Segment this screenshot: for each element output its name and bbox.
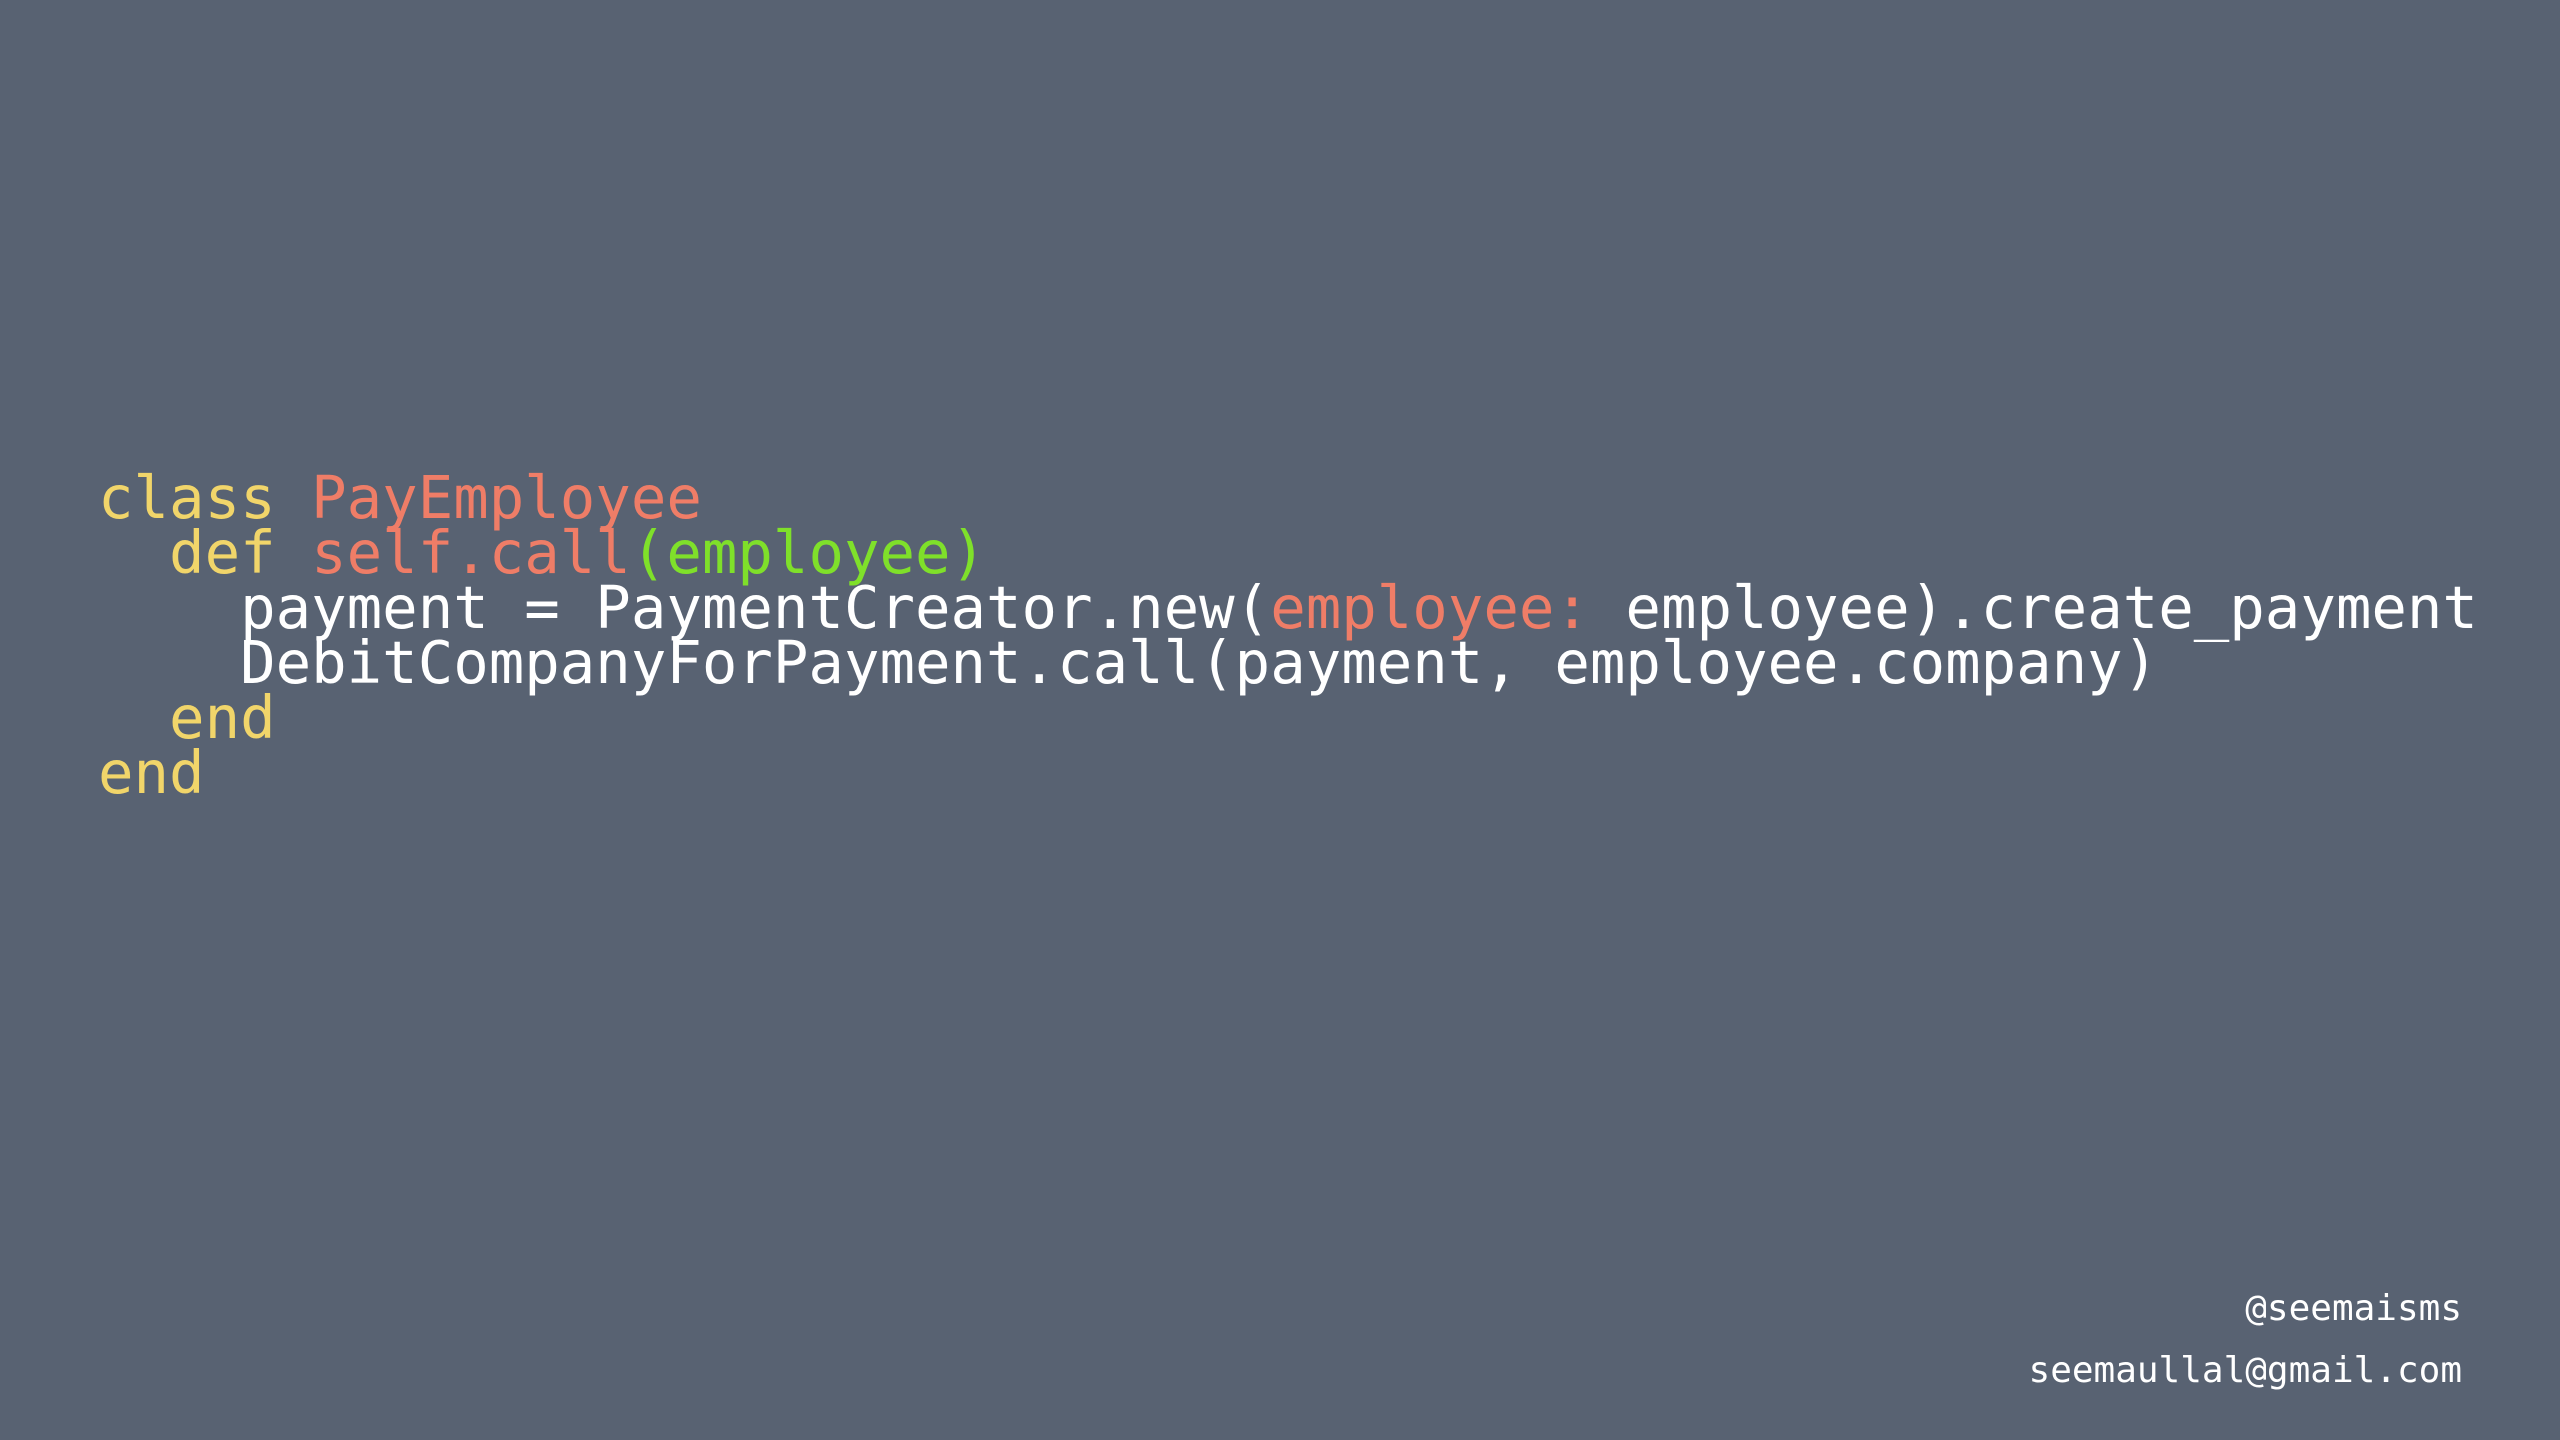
code-token: end [98, 738, 205, 807]
twitter-handle: @seemaisms [2245, 1288, 2462, 1329]
slide: class PayEmployee def self.call(employee… [0, 0, 2560, 1440]
code-token: DebitCompanyForPayment.call(payment, emp… [98, 628, 2159, 697]
code-block: class PayEmployee def self.call(employee… [98, 468, 2478, 802]
email-address: seemaullal@gmail.com [2028, 1350, 2462, 1391]
code-line-4: DebitCompanyForPayment.call(payment, emp… [98, 633, 2478, 692]
contact-footer: @seemaisms seemaullal@gmail.com [2029, 1278, 2462, 1402]
code-line-2: def self.call(employee) [98, 523, 2478, 582]
code-line-3: payment = PaymentCreator.new(employee: e… [98, 578, 2478, 637]
code-line-6: end [98, 743, 2478, 802]
code-line-1: class PayEmployee [98, 468, 2478, 527]
code-line-5: end [98, 688, 2478, 747]
